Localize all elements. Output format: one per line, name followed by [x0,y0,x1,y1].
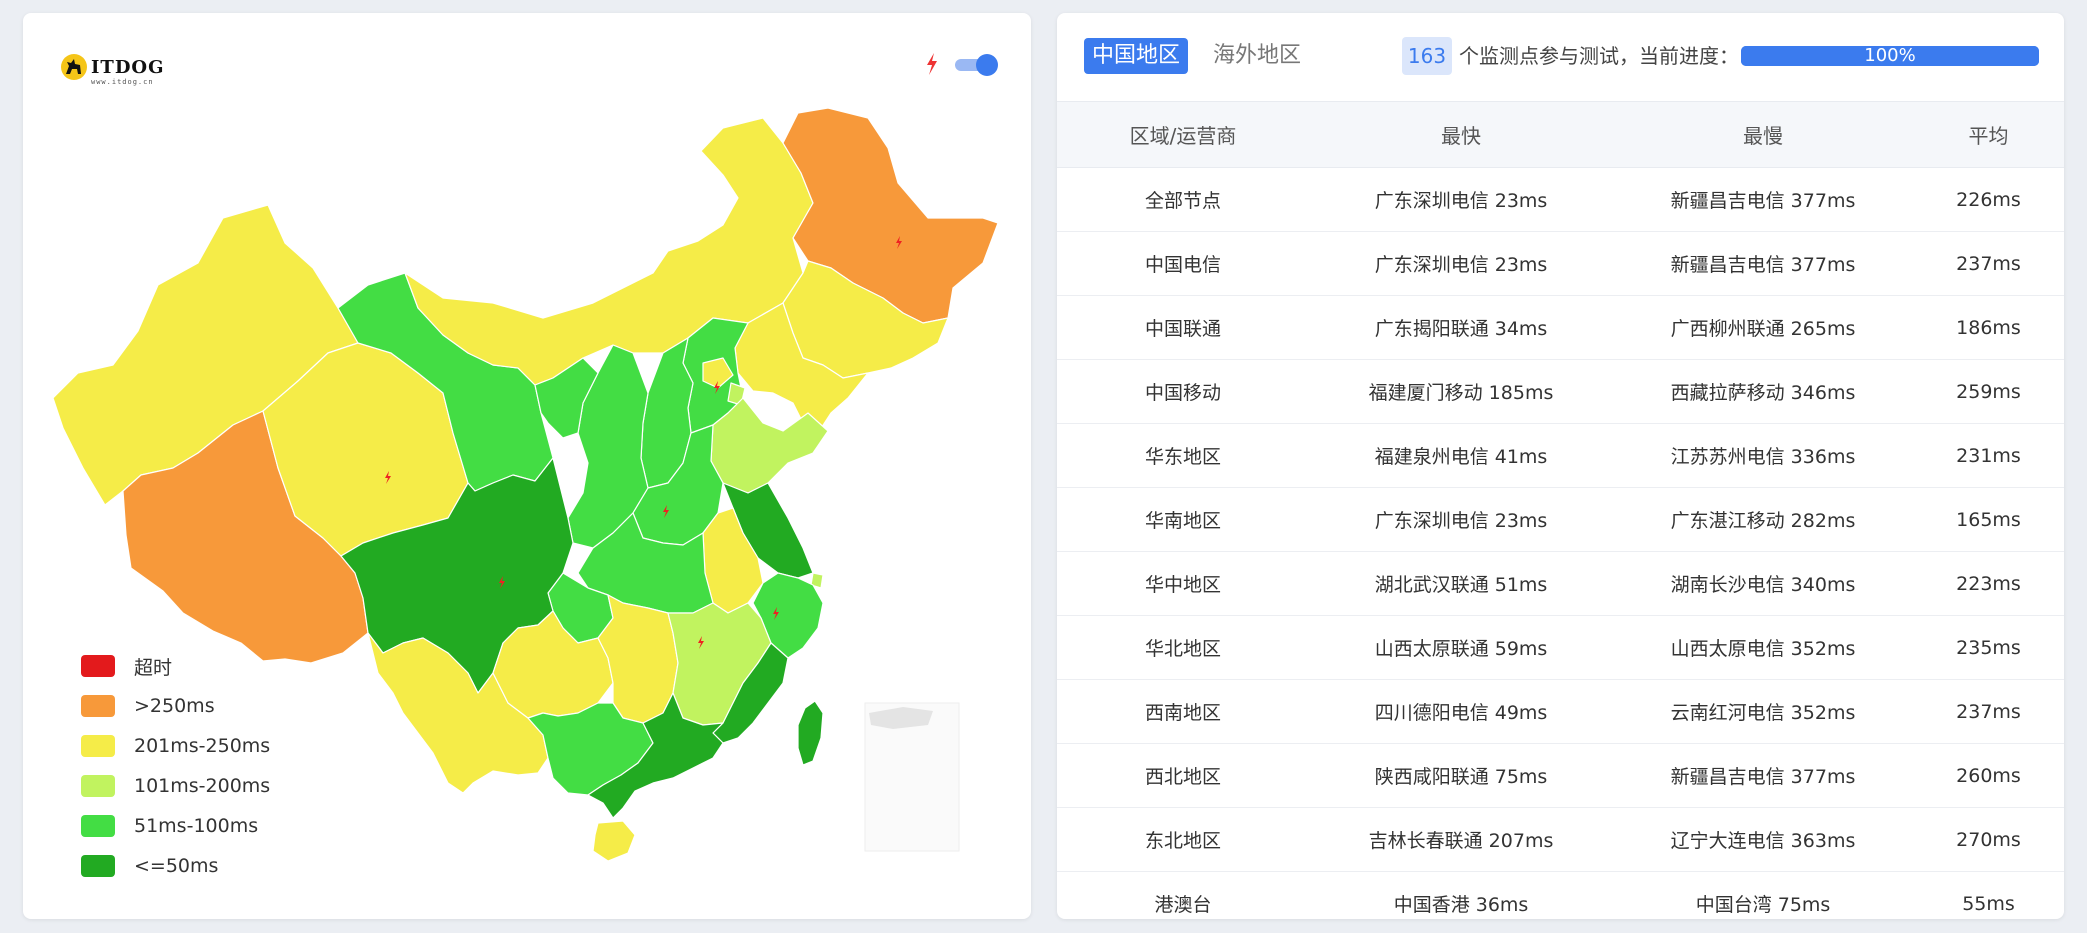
cell-region: 华北地区 [1057,615,1309,680]
cell-slowest: 西藏拉萨移动 346ms [1613,359,1913,424]
table-row: 西南地区 四川德阳电信 49ms 云南红河电信 352ms 237ms [1057,679,2064,744]
table-row: 华东地区 福建泉州电信 41ms 江苏苏州电信 336ms 231ms [1057,423,2064,488]
legend-swatch [81,735,115,757]
cell-slowest: 广西柳州联通 265ms [1613,295,1913,360]
cell-slowest: 新疆昌吉电信 377ms [1613,743,1913,808]
header-fastest[interactable]: 最快 [1309,101,1613,168]
table-row: 全部节点 广东深圳电信 23ms 新疆昌吉电信 377ms 226ms [1057,167,2064,232]
cell-fastest: 广东揭阳联通 34ms [1309,295,1613,360]
cell-fastest: 广东深圳电信 23ms [1309,231,1613,296]
cell-region: 全部节点 [1057,167,1309,232]
results-topbar: 中国地区 海外地区 163 个监测点参与测试，当前进度： 100% [1057,13,2064,101]
cell-region: 中国联通 [1057,295,1309,360]
table-row: 华北地区 山西太原联通 59ms 山西太原电信 352ms 235ms [1057,615,2064,680]
cell-average: 270ms [1913,807,2064,872]
legend-label: 201ms-250ms [134,735,271,757]
cell-average: 231ms [1913,423,2064,488]
cell-slowest: 广东湛江移动 282ms [1613,487,1913,552]
cell-average: 165ms [1913,487,2064,552]
header-slowest[interactable]: 最慢 [1613,101,1913,168]
cell-region: 华中地区 [1057,551,1309,616]
cell-average: 235ms [1913,615,2064,680]
cell-slowest: 新疆昌吉电信 377ms [1613,167,1913,232]
cell-slowest: 云南红河电信 352ms [1613,679,1913,744]
cell-fastest: 湖北武汉联通 51ms [1309,551,1613,616]
cell-fastest: 福建泉州电信 41ms [1309,423,1613,488]
tab-china-region[interactable]: 中国地区 [1084,38,1189,74]
cell-average: 260ms [1913,743,2064,808]
table-row: 华南地区 广东深圳电信 23ms 广东湛江移动 282ms 165ms [1057,487,2064,552]
latency-legend: 超时 >250ms 201ms-250ms 101ms-200ms 51ms-1… [81,646,270,886]
cell-region: 西北地区 [1057,743,1309,808]
legend-swatch [81,855,115,877]
cell-slowest: 中国台湾 75ms [1613,871,1913,919]
cell-average: 186ms [1913,295,2064,360]
cell-average: 55ms [1913,871,2064,919]
table-header-row: 区域/运营商 最快 最慢 平均 [1057,101,2064,168]
cell-average: 223ms [1913,551,2064,616]
legend-label: 101ms-200ms [134,775,271,797]
legend-item-101-200[interactable]: 101ms-200ms [81,766,270,806]
cell-slowest: 新疆昌吉电信 377ms [1613,231,1913,296]
cell-region: 西南地区 [1057,679,1309,744]
cell-fastest: 广东深圳电信 23ms [1309,487,1613,552]
cell-region: 港澳台 [1057,871,1309,919]
cell-fastest: 陕西咸阳联通 75ms [1309,743,1613,808]
cell-fastest: 中国香港 36ms [1309,871,1613,919]
cell-average: 237ms [1913,231,2064,296]
cell-fastest: 山西太原联通 59ms [1309,615,1613,680]
cell-average: 237ms [1913,679,2064,744]
legend-swatch [81,695,115,717]
progress-bar: 100% [1741,46,2039,66]
header-region[interactable]: 区域/运营商 [1057,101,1309,168]
legend-item-under-50[interactable]: <=50ms [81,846,270,886]
province-hainan[interactable] [592,820,636,862]
cell-region: 华东地区 [1057,423,1309,488]
cell-slowest: 湖南长沙电信 340ms [1613,551,1913,616]
legend-item-timeout[interactable]: 超时 [81,646,270,686]
legend-swatch [81,655,115,677]
legend-item-51-100[interactable]: 51ms-100ms [81,806,270,846]
legend-swatch [81,815,115,837]
table-row: 港澳台 中国香港 36ms 中国台湾 75ms 55ms [1057,871,2064,919]
legend-item-over-250[interactable]: >250ms [81,686,270,726]
cell-average: 226ms [1913,167,2064,232]
legend-label: 51ms-100ms [134,815,259,837]
cell-region: 中国电信 [1057,231,1309,296]
monitor-count-badge: 163 [1402,37,1452,75]
table-row: 东北地区 吉林长春联通 207ms 辽宁大连电信 363ms 270ms [1057,807,2064,872]
table-row: 西北地区 陕西咸阳联通 75ms 新疆昌吉电信 377ms 260ms [1057,743,2064,808]
legend-label: >250ms [134,695,215,717]
table-row: 中国移动 福建厦门移动 185ms 西藏拉萨移动 346ms 259ms [1057,359,2064,424]
legend-label: 超时 [134,656,173,679]
cell-average: 259ms [1913,359,2064,424]
cell-region: 中国移动 [1057,359,1309,424]
table-row: 华中地区 湖北武汉联通 51ms 湖南长沙电信 340ms 223ms [1057,551,2064,616]
tab-overseas-region[interactable]: 海外地区 [1205,38,1309,74]
legend-swatch [81,775,115,797]
legend-item-201-250[interactable]: 201ms-250ms [81,726,270,766]
table-row: 中国电信 广东深圳电信 23ms 新疆昌吉电信 377ms 237ms [1057,231,2064,296]
table-row: 中国联通 广东揭阳联通 34ms 广西柳州联通 265ms 186ms [1057,295,2064,360]
legend-label: <=50ms [134,855,219,877]
header-average[interactable]: 平均 [1913,101,2064,168]
map-card: ITDOG www.itdog.cn 超时 >250ms 201ms-250ms… [23,13,1031,919]
cell-slowest: 山西太原电信 352ms [1613,615,1913,680]
cell-slowest: 江苏苏州电信 336ms [1613,423,1913,488]
results-card: 中国地区 海外地区 163 个监测点参与测试，当前进度： 100% 区域/运营商… [1057,13,2064,919]
monitor-progress-text: 个监测点参与测试，当前进度： [1459,44,1739,68]
cell-fastest: 福建厦门移动 185ms [1309,359,1613,424]
results-table: 区域/运营商 最快 最慢 平均 全部节点 广东深圳电信 23ms 新疆昌吉电信 37… [1057,101,2064,919]
progress-label: 100% [1864,45,1916,66]
cell-slowest: 辽宁大连电信 363ms [1613,807,1913,872]
cell-fastest: 吉林长春联通 207ms [1309,807,1613,872]
cell-region: 东北地区 [1057,807,1309,872]
cell-region: 华南地区 [1057,487,1309,552]
cell-fastest: 四川德阳电信 49ms [1309,679,1613,744]
province-taiwan[interactable] [797,700,824,766]
cell-fastest: 广东深圳电信 23ms [1309,167,1613,232]
